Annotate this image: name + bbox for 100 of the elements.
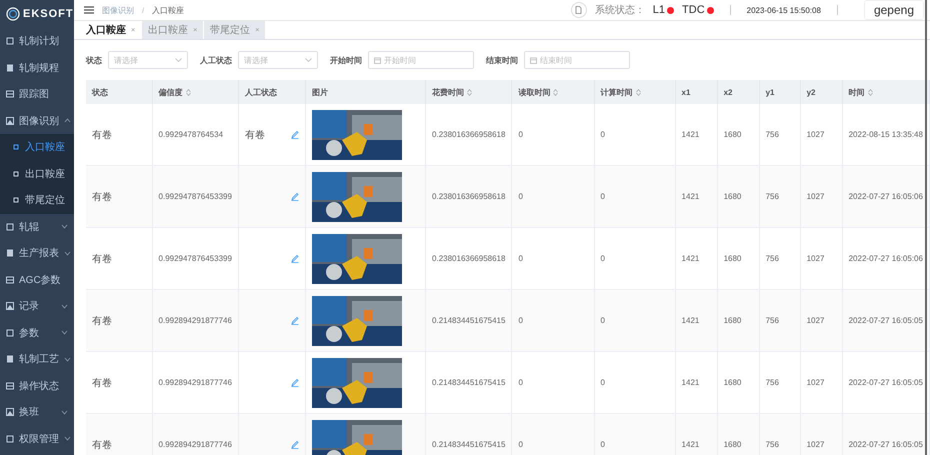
filter-label: 结束时间 bbox=[486, 54, 518, 66]
table-cell: 1027 bbox=[806, 254, 824, 263]
table-cell: 0 bbox=[518, 254, 523, 263]
sort-icon[interactable] bbox=[636, 88, 641, 96]
table-cell: 1680 bbox=[724, 254, 742, 263]
breadcrumb-separator: / bbox=[142, 6, 144, 14]
sidebar-item[interactable]: 轧制计划 bbox=[0, 28, 74, 54]
table-cell: 756 bbox=[766, 440, 779, 449]
system-status-label: 系统状态： bbox=[594, 4, 645, 17]
column-header[interactable]: 花费时间 bbox=[426, 80, 512, 104]
table-cell: 0 bbox=[600, 378, 605, 387]
menu-icon[interactable] bbox=[84, 6, 94, 14]
table-cell: 0.9929478764534 bbox=[158, 130, 224, 139]
table-cell: 0.992894291877746 bbox=[158, 316, 232, 325]
table-cell: 1421 bbox=[682, 192, 700, 201]
sort-icon[interactable] bbox=[553, 88, 558, 96]
edit-icon[interactable] bbox=[290, 192, 299, 201]
filter-label: 状态 bbox=[86, 54, 102, 66]
table-cell: 756 bbox=[766, 254, 779, 263]
table-cell: 1027 bbox=[806, 316, 824, 325]
table-cell: 0.214834451675415 bbox=[432, 378, 506, 387]
column-header: x2 bbox=[717, 80, 760, 104]
sidebar-item[interactable]: 跟踪图 bbox=[0, 81, 74, 108]
table-cell: 有卷 bbox=[92, 378, 112, 388]
edit-icon[interactable] bbox=[290, 440, 299, 449]
table-cell: 0 bbox=[600, 316, 605, 325]
edit-icon[interactable] bbox=[290, 130, 299, 139]
chevron-icon bbox=[64, 356, 71, 362]
edit-icon[interactable] bbox=[290, 378, 299, 387]
table-cell: 0 bbox=[600, 254, 605, 263]
sidebar-item[interactable]: 权限管理 bbox=[0, 426, 74, 452]
sort-icon[interactable] bbox=[467, 88, 472, 96]
table-cell: 有卷 bbox=[92, 254, 112, 264]
document-button[interactable] bbox=[570, 2, 587, 18]
column-header[interactable]: 时间 bbox=[842, 80, 930, 104]
table-cell: 1421 bbox=[682, 440, 700, 449]
calendar-icon bbox=[530, 56, 537, 64]
table-cell: 0 bbox=[518, 378, 523, 387]
sort-icon[interactable] bbox=[868, 88, 873, 96]
table-cell: 0 bbox=[518, 130, 523, 139]
sidebar-item[interactable]: 轧制工艺 bbox=[0, 346, 74, 372]
menu-item-icon bbox=[6, 276, 14, 284]
table-cell: 0.238016366958618 bbox=[432, 254, 506, 263]
table-cell: 1027 bbox=[806, 192, 824, 201]
edit-icon[interactable] bbox=[290, 316, 299, 325]
column-header: 图片 bbox=[305, 80, 426, 104]
table-cell: 1680 bbox=[724, 378, 742, 387]
table-cell: 0.214834451675415 bbox=[432, 440, 506, 449]
submenu-item-icon bbox=[12, 143, 20, 152]
submenu-item[interactable]: 出口鞍座 bbox=[0, 160, 74, 187]
menu-item-icon bbox=[6, 222, 14, 231]
table-cell: 0.992894291877746 bbox=[158, 378, 232, 387]
table-cell: 756 bbox=[766, 192, 779, 201]
chevron-icon bbox=[61, 410, 68, 415]
status-label: L1 bbox=[652, 4, 666, 16]
table-cell: 0 bbox=[518, 192, 523, 201]
sidebar-item[interactable]: 图像识别 bbox=[0, 108, 74, 134]
user-button[interactable]: gepeng bbox=[864, 0, 924, 20]
menu-item-icon bbox=[6, 382, 14, 390]
column-header[interactable]: 偏信度 bbox=[152, 80, 238, 104]
chevron-icon bbox=[64, 118, 71, 124]
table-cell: 有卷 bbox=[92, 440, 112, 450]
submenu-item[interactable]: 带尾定位 bbox=[0, 187, 74, 214]
column-header: x1 bbox=[675, 80, 718, 104]
table-cell: 1421 bbox=[682, 378, 700, 387]
menu-item-icon bbox=[6, 90, 14, 98]
chevron-icon bbox=[61, 330, 68, 336]
column-header: y2 bbox=[800, 80, 842, 104]
sidebar-item[interactable]: AGC参数 bbox=[0, 266, 74, 293]
table-cell: 756 bbox=[766, 316, 779, 325]
table-cell: 2022-07-27 16:05:05 bbox=[848, 378, 923, 387]
sidebar-item[interactable]: 换班 bbox=[0, 399, 74, 426]
table-cell: 1027 bbox=[806, 130, 824, 139]
sidebar-item[interactable]: 参数 bbox=[0, 320, 74, 346]
datetime: 2023-06-15 15:50:08 bbox=[746, 6, 821, 14]
filter-label: 开始时间 bbox=[330, 54, 362, 66]
menu-item-icon bbox=[6, 355, 14, 364]
table-cell: 有卷 bbox=[92, 130, 112, 140]
table-cell: 0 bbox=[518, 440, 523, 449]
table-cell: 有卷 bbox=[92, 192, 112, 202]
sidebar-item[interactable]: 轧辊 bbox=[0, 214, 74, 240]
chevron-icon bbox=[64, 250, 71, 256]
sort-icon[interactable] bbox=[186, 88, 191, 96]
table-cell: 0.992894291877746 bbox=[158, 440, 232, 449]
column-header: 状态 bbox=[86, 80, 152, 104]
table-cell: 2022-07-27 16:05:05 bbox=[848, 316, 923, 325]
sidebar-item[interactable]: 生产报表 bbox=[0, 240, 74, 266]
sidebar-item[interactable]: 记录 bbox=[0, 293, 74, 320]
sidebar-item[interactable]: 操作状态 bbox=[0, 372, 74, 399]
submenu-item[interactable]: 入口鞍座 bbox=[0, 134, 74, 160]
table-cell: 0.992947876453399 bbox=[158, 192, 232, 201]
column-header[interactable]: 计算时间 bbox=[594, 80, 676, 104]
menu-item-icon bbox=[6, 302, 14, 310]
edit-icon[interactable] bbox=[290, 254, 299, 263]
menu-item-icon bbox=[6, 328, 14, 337]
sidebar-item[interactable]: 轧制规程 bbox=[0, 54, 74, 81]
table-cell: 2022-07-27 16:05:06 bbox=[848, 192, 923, 201]
column-header[interactable]: 读取时间 bbox=[512, 80, 594, 104]
breadcrumb-link[interactable]: 入口鞍座 bbox=[152, 4, 184, 16]
menu-item-icon bbox=[6, 434, 14, 443]
